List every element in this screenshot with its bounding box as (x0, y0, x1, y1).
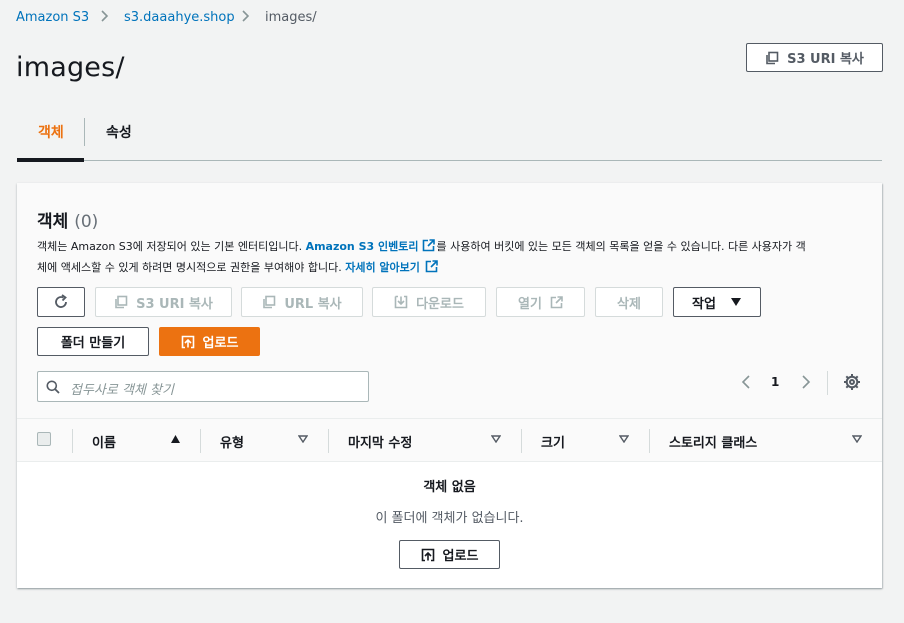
download-label: 다운로드 (416, 296, 464, 312)
pagination-divider (827, 371, 828, 395)
upload-icon (421, 548, 434, 561)
column-separator (72, 429, 73, 453)
chevron-right-icon[interactable] (800, 374, 812, 390)
pagination-current-page[interactable]: 1 (771, 375, 779, 389)
refresh-button[interactable] (37, 287, 85, 317)
page-title: images/ (16, 52, 125, 83)
column-separator (521, 429, 522, 453)
upload-button[interactable]: 업로드 (159, 327, 260, 356)
copy-s3-uri-action-button[interactable]: S3 URI 복사 (95, 287, 232, 317)
column-header-type[interactable]: 유형 (220, 432, 244, 451)
tab-active-indicator (17, 158, 84, 162)
sort-caret-down-icon[interactable] (491, 435, 501, 443)
objects-panel-header (17, 183, 882, 462)
desc-text-1b: 를 사용하여 버킷에 있는 모든 객체의 목록을 얻을 수 있습니다. 다른 사… (436, 240, 806, 253)
table-header-bottom-border (17, 461, 882, 462)
objects-title: 객체 (37, 212, 69, 232)
open-button[interactable]: 열기 (496, 287, 585, 317)
copy-icon (115, 295, 128, 309)
external-link-icon (425, 260, 438, 273)
tab-divider (84, 118, 85, 146)
column-header-last-modified[interactable]: 마지막 수정 (348, 432, 412, 451)
table-header-top-border (17, 418, 882, 419)
chevron-right-icon (101, 10, 109, 22)
prefix-search-input[interactable]: 접두사로 객체 찾기 (37, 371, 369, 402)
empty-state-upload-label: 업로드 (442, 549, 479, 564)
select-all-checkbox[interactable] (37, 432, 51, 446)
column-separator (328, 429, 329, 453)
external-link-icon (423, 239, 436, 252)
breadcrumb-bucket[interactable]: s3.daaahye.shop (124, 10, 235, 25)
objects-description-line2: 체에 액세스할 수 있게 하려면 명시적으로 권한을 부여해야 합니다. 자세히… (37, 257, 438, 278)
breadcrumb-current: images/ (265, 10, 317, 25)
column-separator (649, 429, 650, 453)
empty-state-title: 객체 없음 (423, 480, 476, 495)
inventory-link[interactable]: Amazon S3 인벤토리 (306, 240, 419, 253)
chevron-left-icon[interactable] (740, 374, 752, 390)
column-header-name[interactable]: 이름 (92, 432, 116, 451)
caret-down-icon (730, 298, 741, 306)
copy-url-label: URL 복사 (284, 296, 342, 312)
tab-properties[interactable]: 속성 (106, 122, 132, 142)
desc-text-1a: 객체는 Amazon S3에 저장되어 있는 기본 엔터티입니다. (37, 240, 306, 253)
tab-baseline (17, 160, 882, 161)
download-icon (394, 295, 408, 309)
create-folder-label: 폴더 만들기 (60, 336, 126, 351)
upload-icon (181, 335, 194, 348)
empty-state-message: 이 폴더에 객체가 없습니다. (375, 511, 524, 526)
copy-s3-uri-action-label: S3 URI 복사 (136, 296, 213, 312)
create-folder-button[interactable]: 폴더 만들기 (37, 327, 149, 356)
column-separator (200, 429, 201, 453)
open-label: 열기 (518, 296, 542, 312)
gear-icon[interactable] (843, 373, 861, 391)
upload-label: 업로드 (202, 336, 239, 351)
search-placeholder: 접두사로 객체 찾기 (70, 383, 174, 398)
column-header-size[interactable]: 크기 (541, 432, 565, 451)
copy-icon (263, 295, 276, 309)
delete-button[interactable]: 삭제 (595, 287, 663, 317)
external-link-icon (550, 295, 563, 308)
objects-panel: 객체 (0) 객체는 Amazon S3에 저장되어 있는 기본 엔터티입니다.… (17, 183, 882, 588)
objects-count: (0) (74, 212, 99, 232)
copy-s3-uri-button[interactable]: S3 URI 복사 (746, 43, 883, 72)
search-icon (46, 380, 60, 394)
sort-caret-down-icon[interactable] (619, 435, 629, 443)
sort-caret-down-icon[interactable] (298, 435, 308, 443)
sort-ascending-icon[interactable] (170, 434, 181, 444)
objects-panel-title: 객체 (0) (37, 207, 98, 232)
download-button[interactable]: 다운로드 (372, 287, 486, 317)
column-header-storage-class[interactable]: 스토리지 클래스 (669, 432, 757, 451)
desc-text-2a: 체에 액세스할 수 있게 하려면 명시적으로 권한을 부여해야 합니다. (37, 261, 346, 274)
actions-menu-label: 작업 (692, 296, 716, 312)
empty-state-upload-button[interactable]: 업로드 (399, 540, 500, 569)
learn-more-link[interactable]: 자세히 알아보기 (345, 261, 420, 274)
sort-caret-down-icon[interactable] (852, 435, 862, 443)
tab-objects[interactable]: 객체 (38, 122, 64, 142)
delete-label: 삭제 (617, 296, 641, 312)
actions-menu-button[interactable]: 작업 (673, 287, 761, 317)
copy-s3-uri-label: S3 URI 복사 (787, 52, 864, 67)
copy-icon (766, 51, 779, 64)
breadcrumb-amazon-s3[interactable]: Amazon S3 (16, 10, 89, 25)
copy-url-button[interactable]: URL 복사 (241, 287, 363, 317)
refresh-icon (55, 294, 67, 308)
chevron-right-icon (242, 10, 250, 22)
objects-description-line1: 객체는 Amazon S3에 저장되어 있는 기본 엔터티입니다. Amazon… (37, 236, 806, 257)
